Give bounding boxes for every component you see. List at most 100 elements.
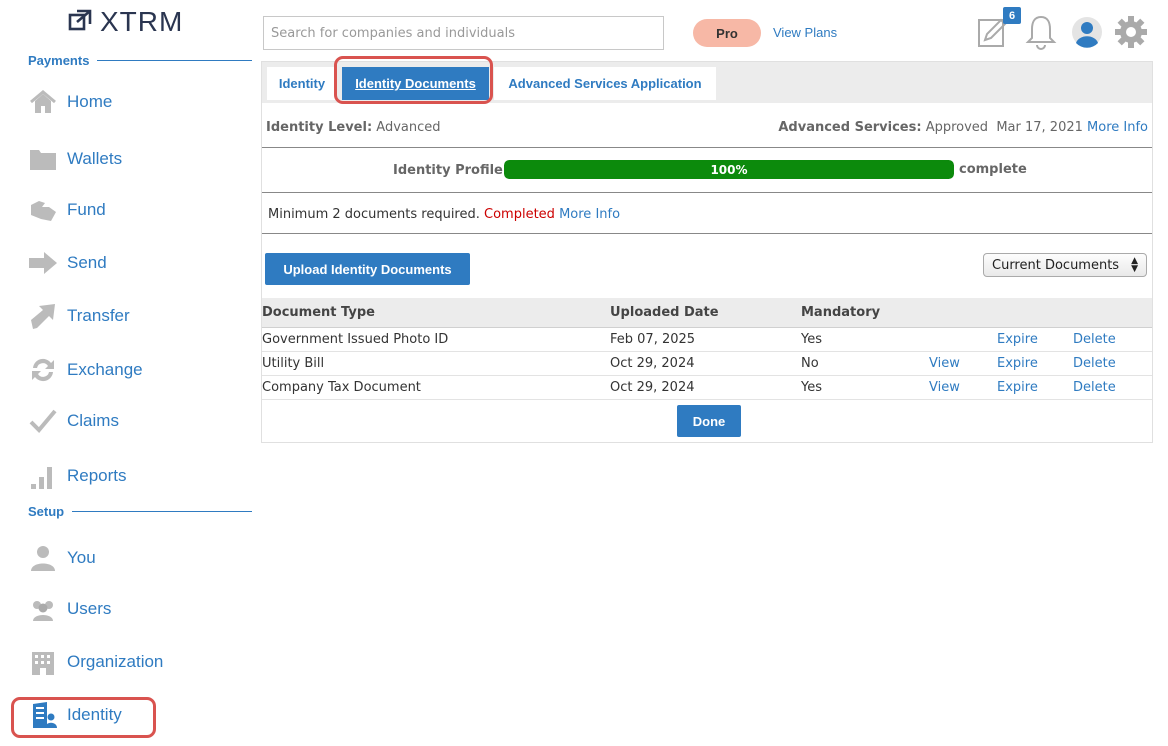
logo-text: XTRM: [100, 6, 184, 37]
more-info-link[interactable]: More Info: [1087, 120, 1148, 135]
arrow-diagonal-icon: [28, 301, 58, 331]
delete-link[interactable]: Delete: [1073, 375, 1152, 400]
identity-level-label: Identity Level:: [266, 120, 373, 135]
expire-link[interactable]: Expire: [997, 375, 1073, 400]
uploaded-date-cell: Oct 29, 2024: [610, 375, 801, 400]
minimum-documents-more-info-link[interactable]: More Info: [559, 207, 620, 222]
mandatory-cell: Yes: [801, 327, 929, 352]
minimum-documents-status: Completed: [484, 207, 555, 222]
delete-link[interactable]: Delete: [1073, 327, 1152, 352]
tab-identity[interactable]: Identity: [267, 67, 337, 100]
table-row: Government Issued Photo ID Feb 07, 2025 …: [262, 327, 1152, 352]
sidebar-highlight-box: [11, 697, 156, 738]
section-title-label: Payments: [28, 53, 90, 68]
sidebar-item-label: Reports: [67, 466, 127, 485]
column-header-document-type: Document Type: [262, 298, 610, 328]
home-icon: [28, 87, 58, 117]
expire-link[interactable]: Expire: [997, 327, 1073, 352]
sidebar-item-label: Send: [67, 253, 107, 272]
section-divider: [72, 511, 252, 512]
expire-link[interactable]: Expire: [997, 351, 1073, 376]
complete-label: complete: [959, 162, 1027, 177]
sidebar-item-send[interactable]: Send: [28, 247, 107, 279]
bar-chart-icon: [28, 461, 58, 491]
section-title-payments: Payments: [28, 53, 252, 68]
progress-fill: 100%: [504, 160, 954, 179]
sidebar-item-transfer[interactable]: Transfer: [28, 300, 130, 332]
sidebar-item-claims[interactable]: Claims: [28, 405, 119, 437]
logo[interactable]: XTRM: [68, 6, 183, 38]
divider: [262, 192, 1152, 193]
search-input[interactable]: [263, 16, 664, 50]
tab-highlight-box: [334, 56, 493, 104]
done-button[interactable]: Done: [677, 405, 741, 437]
uploaded-date-cell: Oct 29, 2024: [610, 351, 801, 376]
sidebar-item-label: Home: [67, 92, 113, 111]
document-type-cell: Utility Bill: [262, 351, 610, 376]
sidebar-item-fund[interactable]: Fund: [28, 194, 106, 226]
hand-icon: [28, 195, 58, 225]
view-plans-link[interactable]: View Plans: [773, 25, 837, 40]
sidebar-item-label: Transfer: [67, 306, 130, 325]
tab-advanced-services-application[interactable]: Advanced Services Application: [494, 67, 716, 100]
sidebar-item-label: Organization: [67, 652, 164, 671]
divider: [262, 233, 1152, 234]
sidebar-item-organization[interactable]: Organization: [28, 646, 163, 678]
identity-documents-panel: Identity Identity Documents Advanced Ser…: [261, 56, 1153, 443]
identity-level-value: Advanced: [376, 120, 441, 135]
column-header-uploaded-date: Uploaded Date: [610, 298, 801, 328]
delete-link[interactable]: Delete: [1073, 351, 1152, 376]
divider: [262, 147, 1152, 148]
select-arrows-icon: ▲ ▼: [1131, 256, 1138, 274]
users-icon: [28, 594, 58, 624]
column-header-delete: [1073, 298, 1152, 328]
sidebar-item-label: Fund: [67, 200, 106, 219]
advanced-services-date: Mar 17, 2021: [996, 120, 1083, 135]
minimum-documents-text: Minimum 2 documents required.: [268, 207, 480, 222]
sidebar-item-label: You: [67, 548, 96, 567]
exchange-icon: [28, 355, 58, 385]
user-avatar-icon[interactable]: [1071, 16, 1103, 52]
table-row: Utility Bill Oct 29, 2024 No View Expire…: [262, 351, 1152, 376]
mandatory-cell: No: [801, 351, 929, 376]
table-row: Company Tax Document Oct 29, 2024 Yes Vi…: [262, 375, 1152, 400]
view-link[interactable]: View: [929, 375, 997, 400]
sidebar-item-label: Wallets: [67, 149, 123, 168]
documents-filter-value: Current Documents: [992, 257, 1120, 273]
identity-level: Identity Level: Advanced: [266, 120, 441, 135]
table-header-row: Document Type Uploaded Date Mandatory: [262, 298, 1152, 328]
sidebar-item-users[interactable]: Users: [28, 593, 111, 625]
building-icon: [28, 647, 58, 677]
arrow-right-icon: [28, 248, 58, 278]
sidebar-item-home[interactable]: Home: [28, 86, 112, 118]
upload-identity-documents-button[interactable]: Upload Identity Documents: [265, 253, 470, 285]
gear-icon[interactable]: [1115, 16, 1147, 52]
sidebar: XTRM Payments Home Wallets Fund Send Tra…: [0, 0, 258, 746]
identity-profile-progress-bar: 100%: [504, 160, 954, 179]
advanced-services-status: Advanced Services: Approved Mar 17, 2021…: [778, 120, 1148, 135]
documents-table: Document Type Uploaded Date Mandatory Go…: [262, 298, 1152, 400]
notification-count-badge: 6: [1003, 7, 1021, 24]
xtrm-logo-icon: [68, 7, 94, 37]
sidebar-item-you[interactable]: You: [28, 542, 96, 574]
bell-icon[interactable]: [1025, 14, 1057, 54]
section-divider: [97, 60, 252, 61]
document-type-cell: Company Tax Document: [262, 375, 610, 400]
person-icon: [28, 543, 58, 573]
uploaded-date-cell: Feb 07, 2025: [610, 327, 801, 352]
pro-badge[interactable]: Pro: [693, 19, 761, 47]
column-header-mandatory: Mandatory: [801, 298, 929, 328]
column-header-expire: [997, 298, 1073, 328]
sidebar-item-wallets[interactable]: Wallets: [28, 143, 122, 175]
sidebar-item-label: Users: [67, 599, 112, 618]
sidebar-item-exchange[interactable]: Exchange: [28, 354, 143, 386]
document-type-cell: Government Issued Photo ID: [262, 327, 610, 352]
sidebar-item-reports[interactable]: Reports: [28, 460, 127, 492]
mandatory-cell: Yes: [801, 375, 929, 400]
section-title-label: Setup: [28, 504, 65, 519]
documents-filter-select[interactable]: Current Documents ▲ ▼: [983, 253, 1147, 277]
section-title-setup: Setup: [28, 504, 252, 519]
view-link[interactable]: View: [929, 351, 997, 376]
folder-icon: [28, 144, 58, 174]
column-header-view: [929, 298, 997, 328]
